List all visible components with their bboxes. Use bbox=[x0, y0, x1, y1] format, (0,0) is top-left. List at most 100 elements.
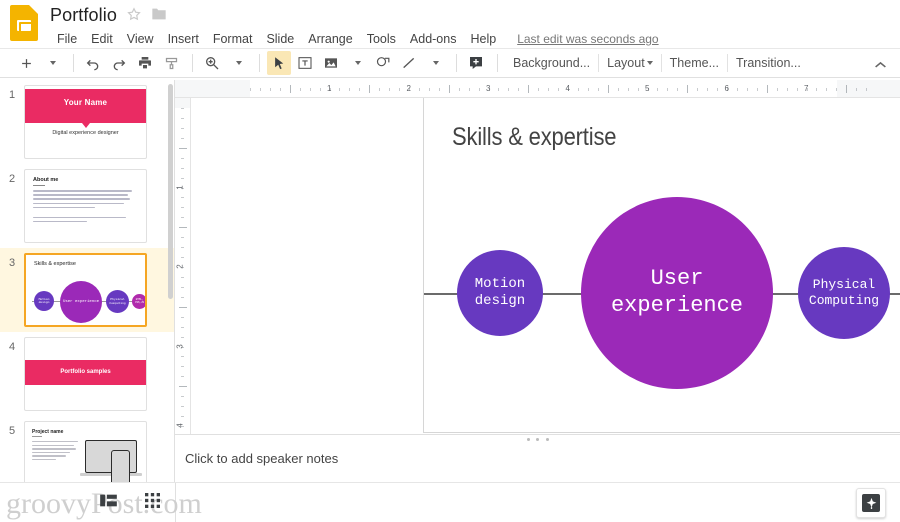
horizontal-ruler[interactable]: 1 2 3 4 5 6 7 bbox=[175, 80, 900, 98]
transition-button[interactable]: Transition... bbox=[728, 53, 809, 73]
magnifier-icon[interactable] bbox=[200, 51, 224, 75]
shape-icon[interactable] bbox=[371, 51, 395, 75]
grid-view-icon[interactable] bbox=[145, 493, 160, 511]
ruler-tick bbox=[707, 87, 709, 91]
zoom-chevron-down-icon[interactable] bbox=[226, 51, 250, 75]
filmstrip-scrollbar[interactable] bbox=[168, 84, 173, 299]
star-outline-icon[interactable] bbox=[127, 6, 141, 24]
ruler-tick bbox=[776, 87, 778, 91]
thumb-rule bbox=[33, 185, 45, 186]
ruler-tick bbox=[181, 336, 184, 338]
paint-format-icon[interactable] bbox=[159, 51, 183, 75]
menu-edit[interactable]: Edit bbox=[84, 30, 120, 48]
layout-button[interactable]: Layout bbox=[599, 53, 661, 73]
image-chevron-down-icon[interactable] bbox=[345, 51, 369, 75]
explore-button[interactable] bbox=[856, 488, 886, 518]
ruler-tick bbox=[697, 87, 699, 91]
theme-button[interactable]: Theme... bbox=[662, 53, 727, 73]
thumb-bubble-physical-computing: Physical Computing bbox=[106, 290, 129, 313]
ruler-tick bbox=[796, 87, 798, 91]
ruler-tick bbox=[766, 85, 768, 93]
menu-format[interactable]: Format bbox=[206, 30, 260, 48]
line-chevron-down-icon[interactable] bbox=[423, 51, 447, 75]
menu-view[interactable]: View bbox=[120, 30, 161, 48]
add-comment-icon[interactable] bbox=[464, 51, 488, 75]
ruler-tick bbox=[181, 356, 184, 358]
filmstrip-view-icon[interactable] bbox=[100, 493, 117, 511]
slide-thumbnail[interactable]: Skills & expertise Motion design User ex… bbox=[24, 253, 147, 327]
filmstrip-slide-3[interactable]: 3 Skills & expertise Motion design User … bbox=[0, 248, 174, 332]
view-switcher bbox=[100, 493, 160, 511]
menu-tools[interactable]: Tools bbox=[360, 30, 403, 48]
filmstrip-slide-5[interactable]: 5 Project name bbox=[0, 416, 174, 482]
menu-insert[interactable]: Insert bbox=[161, 30, 206, 48]
text-box-icon[interactable] bbox=[293, 51, 317, 75]
ruler-tick bbox=[279, 87, 281, 91]
ruler-tick bbox=[181, 376, 184, 378]
ruler-number: 5 bbox=[645, 84, 650, 93]
layout-chevron-down-icon bbox=[646, 61, 653, 65]
line-icon[interactable] bbox=[397, 51, 421, 75]
plus-icon[interactable] bbox=[14, 51, 38, 75]
slide-filmstrip[interactable]: 1 Your Name Digital experience designer … bbox=[0, 80, 175, 482]
redo-icon[interactable] bbox=[107, 51, 131, 75]
filmstrip-slide-1[interactable]: 1 Your Name Digital experience designer bbox=[0, 80, 174, 164]
ruler-tick bbox=[448, 85, 450, 93]
speaker-notes-pane[interactable]: Click to add speaker notes bbox=[175, 434, 900, 482]
document-title[interactable]: Portfolio bbox=[50, 5, 117, 26]
last-edit-status[interactable]: Last edit was seconds ago bbox=[517, 32, 658, 46]
bubble-physical-computing[interactable]: Physical Computing bbox=[798, 247, 890, 339]
printer-icon[interactable] bbox=[133, 51, 157, 75]
folder-icon[interactable] bbox=[151, 7, 167, 24]
ruler-tick bbox=[181, 316, 184, 318]
bubble-user-experience[interactable]: User experience bbox=[581, 197, 773, 389]
menu-file[interactable]: File bbox=[50, 30, 84, 48]
slide-number: 5 bbox=[8, 425, 16, 437]
background-button[interactable]: Background... bbox=[505, 53, 598, 73]
slide-thumbnail[interactable]: Your Name Digital experience designer bbox=[24, 85, 147, 159]
menu-add-ons[interactable]: Add-ons bbox=[403, 30, 464, 48]
ruler-tick bbox=[587, 87, 589, 91]
ruler-number: 1 bbox=[327, 84, 332, 93]
speaker-notes-placeholder[interactable]: Click to add speaker notes bbox=[185, 451, 338, 466]
filmstrip-slide-2[interactable]: 2 About me bbox=[0, 164, 174, 248]
ruler-tick bbox=[319, 87, 321, 91]
slide-canvas-area[interactable]: Skills & expertise Motion design User ex… bbox=[191, 98, 900, 482]
thumb-bubble-html-css-js: HTML, CSS,JS bbox=[132, 294, 145, 309]
thumb-title: Portfolio samples bbox=[60, 369, 111, 375]
ruler-number: 7 bbox=[804, 84, 809, 93]
cursor-arrow-icon[interactable] bbox=[267, 51, 291, 75]
image-icon[interactable] bbox=[319, 51, 343, 75]
ruler-tick bbox=[349, 87, 351, 91]
current-slide[interactable]: Skills & expertise Motion design User ex… bbox=[423, 98, 900, 433]
ruler-tick bbox=[518, 87, 520, 91]
ruler-tick bbox=[438, 87, 440, 91]
new-slide-chevron-down-icon[interactable] bbox=[40, 51, 64, 75]
ruler-tick bbox=[181, 237, 184, 239]
slide-thumbnail[interactable]: About me bbox=[24, 169, 147, 243]
ruler-tick bbox=[181, 207, 184, 209]
chevron-up-icon[interactable] bbox=[868, 52, 892, 76]
ruler-tick bbox=[746, 87, 748, 91]
slide-title[interactable]: Skills & expertise bbox=[452, 123, 617, 152]
ruler-tick bbox=[181, 416, 184, 418]
filmstrip-slide-4[interactable]: 4 Portfolio samples bbox=[0, 332, 174, 416]
menu-help[interactable]: Help bbox=[463, 30, 503, 48]
vertical-ruler[interactable]: 1 2 3 4 bbox=[175, 98, 191, 482]
bubble-motion-design[interactable]: Motion design bbox=[457, 250, 543, 336]
google-slides-logo[interactable] bbox=[10, 5, 40, 41]
ruler-tick bbox=[856, 87, 858, 91]
slide-thumbnail[interactable]: Project name bbox=[24, 421, 147, 482]
ruler-number: 4 bbox=[175, 423, 185, 428]
ruler-tick bbox=[179, 147, 187, 149]
drag-grip-icon[interactable] bbox=[526, 438, 549, 443]
menu-arrange[interactable]: Arrange bbox=[301, 30, 359, 48]
slide-thumbnail[interactable]: Portfolio samples bbox=[24, 337, 147, 411]
ruler-tick bbox=[269, 87, 271, 91]
ruler-tick bbox=[458, 87, 460, 91]
ruler-tick bbox=[736, 87, 738, 91]
main-area: 1 Your Name Digital experience designer … bbox=[0, 80, 900, 482]
undo-icon[interactable] bbox=[81, 51, 105, 75]
ruler-tick bbox=[528, 85, 530, 93]
menu-slide[interactable]: Slide bbox=[259, 30, 301, 48]
